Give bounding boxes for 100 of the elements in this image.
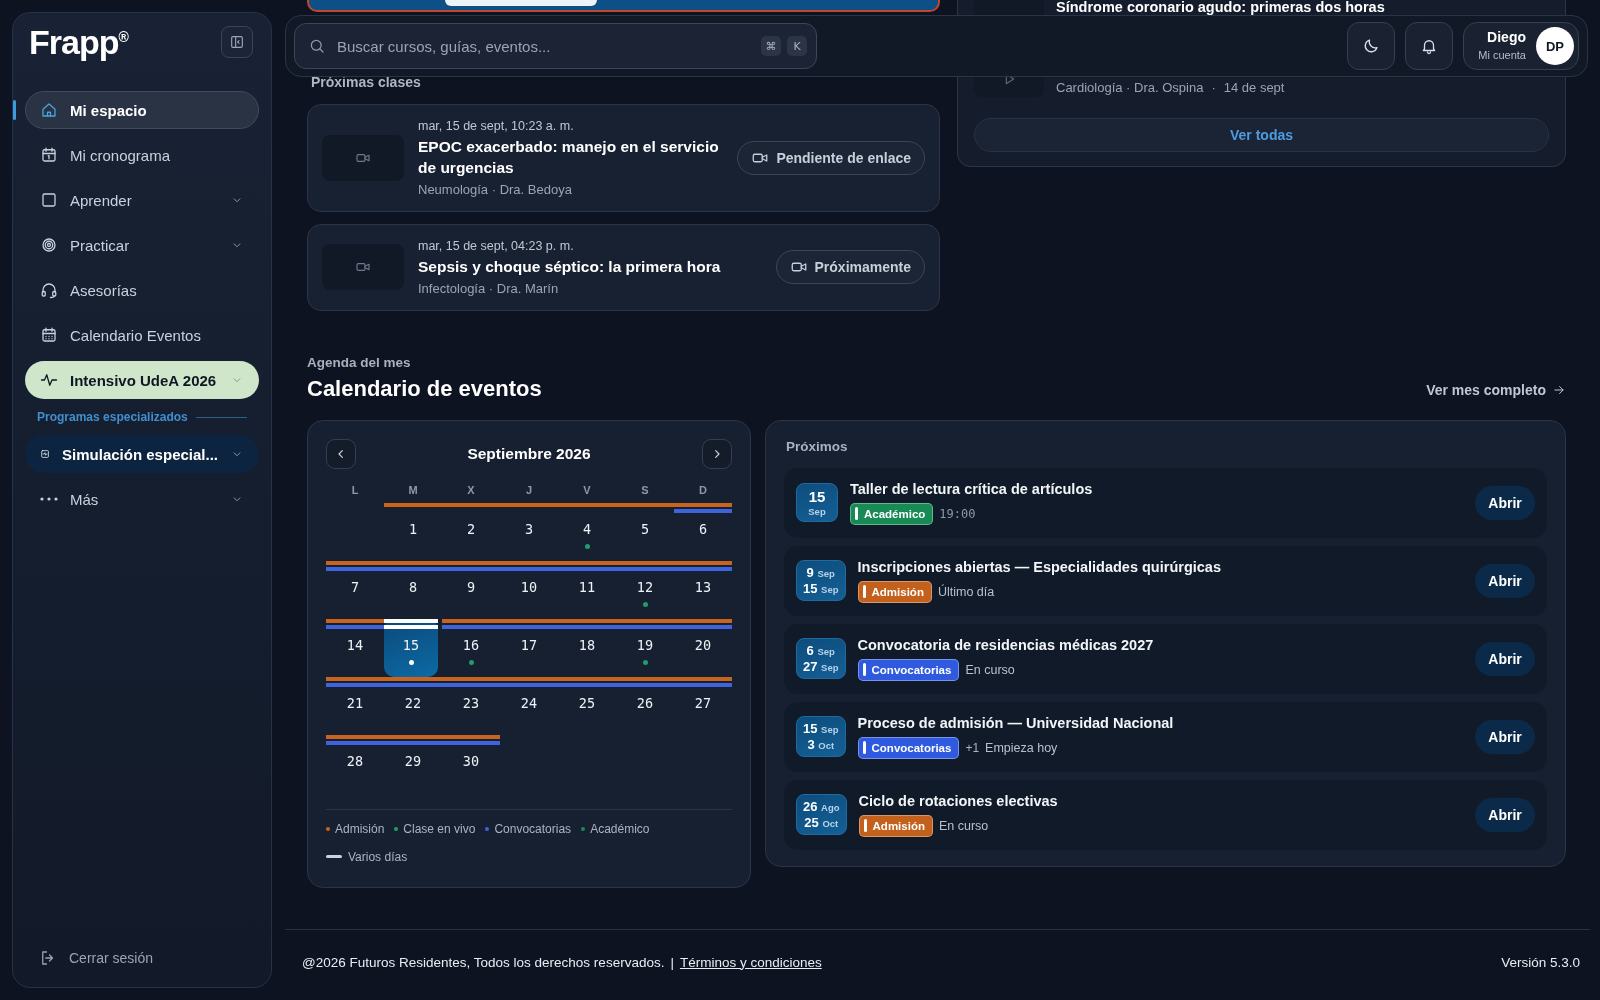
headset-icon bbox=[40, 281, 58, 299]
nav-item[interactable]: Más bbox=[25, 480, 259, 518]
account-button[interactable]: Diego Mi cuenta DP bbox=[1463, 22, 1579, 70]
calendar-icon bbox=[40, 326, 58, 344]
legend-label: Clase en vivo bbox=[403, 821, 476, 836]
event-row[interactable]: 15 Sep 3 Oct Proceso de admisión — Universidad Nacional Convocatorias +1 Empieza hoy Abrir bbox=[784, 701, 1547, 772]
section-title: Calendario de eventos bbox=[307, 375, 542, 402]
event-title: Convocatoria de residencias médicas 2027 bbox=[857, 636, 1155, 653]
calendar-day[interactable]: 2 bbox=[442, 502, 500, 561]
open-button[interactable]: Abrir bbox=[1475, 563, 1535, 598]
calendar-day[interactable]: 6 bbox=[674, 502, 732, 561]
panel-icon bbox=[229, 34, 245, 50]
calendar-day[interactable]: 19 bbox=[616, 618, 674, 677]
date-badge: 26 Ago 25 Oct bbox=[796, 794, 847, 836]
notifications-button[interactable] bbox=[1405, 22, 1454, 70]
day-number: 18 bbox=[577, 636, 597, 653]
day-number: 4 bbox=[581, 520, 593, 537]
see-all-button[interactable]: Ver todas bbox=[974, 118, 1549, 152]
event-title: Taller de lectura crítica de artículos bbox=[850, 480, 1094, 497]
class-card[interactable]: mar, 15 de sept, 04:23 p. m. Sepsis y choque séptico: la primera hora Infectología · Dra. Marín Próximamente bbox=[307, 223, 940, 311]
calendar-day[interactable]: 13 bbox=[674, 560, 732, 619]
calendar-day[interactable]: 14 bbox=[326, 618, 384, 677]
sidebar-toggle-button[interactable] bbox=[221, 26, 253, 58]
calendar-day[interactable]: 22 bbox=[384, 676, 442, 735]
open-button[interactable]: Abrir bbox=[1475, 797, 1535, 832]
event-title: Inscripciones abiertas — Especialidades quirúrgicas bbox=[857, 558, 1222, 575]
nav-item[interactable]: Asesorías bbox=[25, 271, 259, 309]
category-tag: Convocatorias bbox=[857, 658, 960, 681]
home-icon bbox=[40, 101, 58, 119]
calendar-day[interactable]: 7 bbox=[326, 560, 384, 619]
square-icon bbox=[40, 191, 58, 209]
nav-item[interactable]: Intensivo UdeA 2026 bbox=[25, 361, 259, 399]
calendar-day[interactable]: 28 bbox=[326, 734, 384, 793]
date-badge: 15 Sep 3 Oct bbox=[796, 716, 846, 758]
calendar-day[interactable]: 5 bbox=[616, 502, 674, 561]
open-button[interactable]: Abrir bbox=[1475, 485, 1535, 520]
date-badge: 6 Sep 27 Sep bbox=[796, 638, 846, 680]
class-title: EPOC exacerbado: manejo en el servicio de urgencias bbox=[418, 137, 720, 178]
day-number: 25 bbox=[577, 694, 597, 711]
weekday-label: L bbox=[350, 482, 360, 498]
event-row[interactable]: 9 Sep 15 Sep Inscripciones abiertas — Especialidades quirúrgicas Admisión Último día Abrir bbox=[784, 545, 1547, 616]
pulse-icon bbox=[40, 371, 58, 389]
calendar-day[interactable]: 27 bbox=[674, 676, 732, 735]
legend-label: Varios días bbox=[348, 849, 408, 864]
nav-item[interactable]: Aprender bbox=[25, 181, 259, 219]
class-title: Sepsis y choque séptico: la primera hora bbox=[418, 256, 722, 277]
event-row[interactable]: 15 Sep Taller de lectura crítica de artículos Académico 19:00 Abrir bbox=[784, 467, 1547, 538]
calendar-day[interactable]: 11 bbox=[558, 560, 616, 619]
calendar-day[interactable]: 15 bbox=[384, 618, 438, 677]
theme-toggle-button[interactable] bbox=[1347, 22, 1396, 70]
nav-item[interactable]: Practicar bbox=[25, 226, 259, 264]
class-time: mar, 15 de sept, 04:23 p. m. bbox=[418, 238, 575, 253]
class-card[interactable]: mar, 15 de sept, 10:23 a. m. EPOC exacerbado: manejo en el servicio de urgencias Neumología · Dra. Bedoya Pendiente de enlace bbox=[307, 104, 940, 212]
calendar-day[interactable]: 23 bbox=[442, 676, 500, 735]
logo[interactable]: Frapp$^{®}$ bbox=[29, 22, 128, 62]
recording-title: Síndrome coronario agudo: primeras dos horas bbox=[1056, 0, 1385, 14]
day-number: 11 bbox=[577, 578, 597, 595]
class-time: mar, 15 de sept, 10:23 a. m. bbox=[418, 119, 575, 133]
date-badge: 15 Sep bbox=[796, 483, 838, 523]
calendar-day[interactable]: 9 bbox=[442, 560, 500, 619]
calendar-day[interactable]: 25 bbox=[558, 676, 616, 735]
terms-link[interactable]: Términos y condiciones bbox=[679, 954, 822, 970]
open-button[interactable]: Abrir bbox=[1475, 719, 1535, 754]
calendar-day[interactable]: 24 bbox=[500, 676, 558, 735]
category-tag: Académico bbox=[850, 502, 934, 525]
day-number: 30 bbox=[461, 752, 481, 769]
calendar-day[interactable]: 18 bbox=[558, 618, 616, 677]
calendar-day[interactable]: 21 bbox=[326, 676, 384, 735]
shortcut-key: K bbox=[787, 36, 807, 56]
nav-item[interactable]: Calendario Eventos bbox=[25, 316, 259, 354]
event-row[interactable]: 6 Sep 27 Sep Convocatoria de residencias médicas 2027 Convocatorias En curso Abrir bbox=[784, 623, 1547, 694]
event-row[interactable]: 26 Ago 25 Oct Ciclo de rotaciones electivas Admisión En curso Abrir bbox=[784, 779, 1547, 850]
day-number: 19 bbox=[635, 636, 655, 653]
calendar-day[interactable]: 3 bbox=[500, 502, 558, 561]
calendar-day[interactable]: 20 bbox=[674, 618, 732, 677]
status-button[interactable]: Próximamente bbox=[775, 250, 925, 285]
day-number: 5 bbox=[639, 520, 651, 537]
nav-item[interactable]: Simulación especial... bbox=[25, 435, 259, 473]
event-title: Proceso de admisión — Universidad Nacional bbox=[857, 714, 1175, 731]
copyright-text: @2026 Futuros Residentes, Todos los derechos reservados. bbox=[302, 954, 665, 970]
status-button[interactable]: Pendiente de enlace bbox=[737, 140, 925, 175]
category-tag: Admisión bbox=[858, 814, 933, 837]
nav-item[interactable]: Mi cronograma bbox=[25, 136, 259, 174]
avatar: DP bbox=[1536, 27, 1574, 65]
calendar-day[interactable]: 4 bbox=[558, 502, 616, 561]
calendar-day[interactable]: 12 bbox=[616, 560, 674, 619]
calendar-day[interactable]: 30 bbox=[442, 734, 500, 793]
day-number: 15 bbox=[401, 636, 421, 653]
open-button[interactable]: Abrir bbox=[1475, 641, 1535, 676]
calendar-day[interactable]: 16 bbox=[442, 618, 500, 677]
calendar-day[interactable]: 8 bbox=[384, 560, 442, 619]
calendar-day[interactable]: 29 bbox=[384, 734, 442, 793]
legend-label: Admisión bbox=[335, 821, 385, 836]
calendar-day[interactable]: 17 bbox=[500, 618, 558, 677]
recording-date: 14 de sept bbox=[1223, 80, 1285, 95]
logout-button[interactable]: Cerrar sesión bbox=[25, 949, 259, 973]
calendar-day[interactable]: 26 bbox=[616, 676, 674, 735]
full-month-link[interactable]: Ver mes completo bbox=[1426, 381, 1566, 398]
calendar-day[interactable]: 1 bbox=[384, 502, 442, 561]
calendar-day[interactable]: 10 bbox=[500, 560, 558, 619]
